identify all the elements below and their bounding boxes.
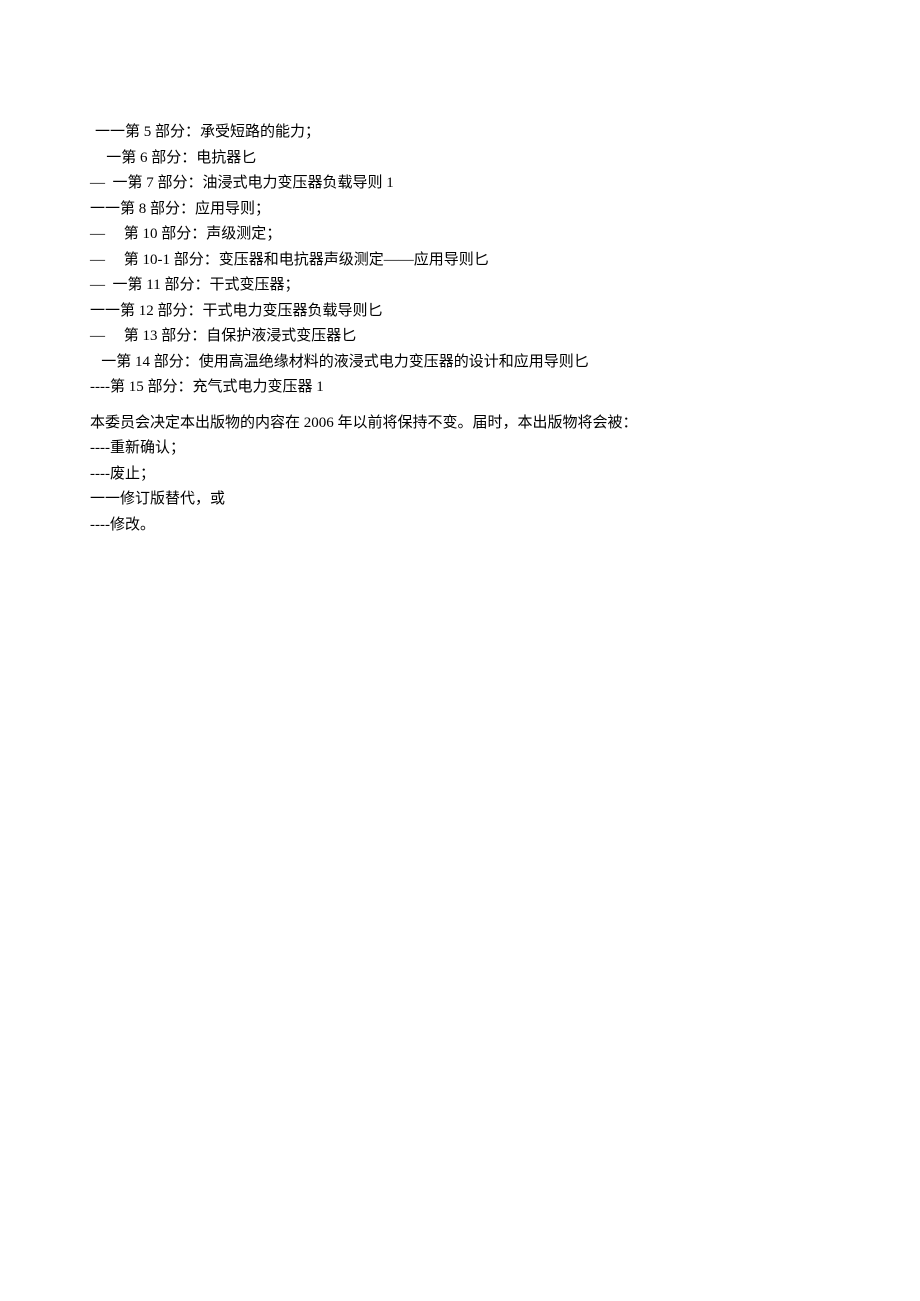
outcomes-list: ----重新确认； ----废止； 一一修订版替代，或 ----修改。	[95, 436, 825, 538]
outcome-item: ----废止；	[90, 462, 825, 488]
part-item: 一一第 5 部分：承受短路的能力；	[95, 120, 825, 146]
part-item: — 一第 11 部分：干式变压器；	[90, 273, 825, 299]
part-item: 一一第 12 部分：干式电力变压器负载导则匕	[90, 299, 825, 325]
part-item: — 一第 7 部分：油浸式电力变压器负载导则 1	[90, 171, 825, 197]
part-item: 一一第 8 部分：应用导则；	[90, 197, 825, 223]
document-content: 一一第 5 部分：承受短路的能力； 一第 6 部分：电抗器匕 — 一第 7 部分…	[95, 120, 825, 538]
part-item: — 第 10 部分：声级测定；	[90, 222, 825, 248]
outcome-item: ----修改。	[90, 513, 825, 539]
outcome-item: ----重新确认；	[90, 436, 825, 462]
part-item: ----第 15 部分：充气式电力变压器 1	[90, 375, 825, 401]
part-item: — 第 10-1 部分：变压器和电抗器声级测定——应用导则匕	[90, 248, 825, 274]
paragraph-text: 本委员会决定本出版物的内容在 2006 年以前将保持不变。届时，本出版物将会被：	[90, 411, 825, 437]
parts-list: 一一第 5 部分：承受短路的能力； 一第 6 部分：电抗器匕 — 一第 7 部分…	[95, 120, 825, 401]
part-item: 一第 6 部分：电抗器匕	[95, 146, 825, 172]
outcome-item: 一一修订版替代，或	[90, 487, 825, 513]
part-item: 一第 14 部分：使用高温绝缘材料的液浸式电力变压器的设计和应用导则匕	[90, 350, 825, 376]
part-item: — 第 13 部分：自保护液浸式变压器匕	[90, 324, 825, 350]
